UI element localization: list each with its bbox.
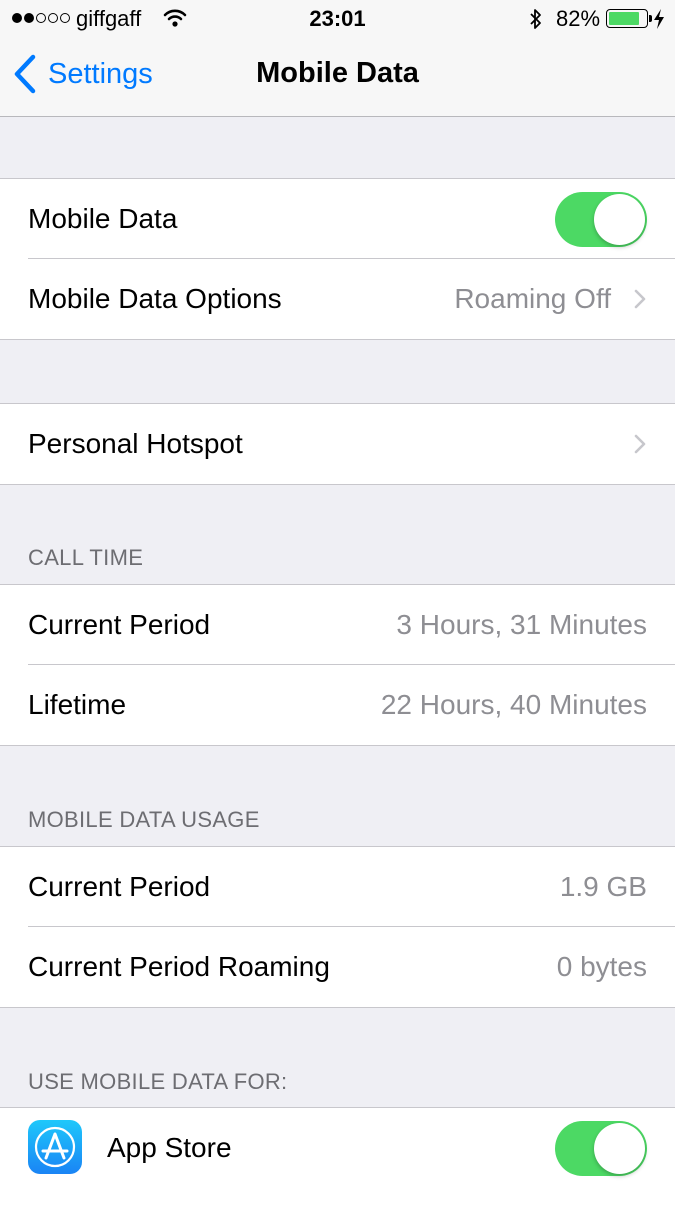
chevron-right-icon — [634, 289, 646, 309]
call-time-lifetime-value: 22 Hours, 40 Minutes — [380, 689, 647, 720]
call-time-lifetime-label: Lifetime — [28, 689, 127, 720]
page-title: Mobile Data — [256, 57, 419, 89]
app-name: App Store — [107, 1132, 232, 1163]
mobile-data-toggle[interactable] — [555, 192, 647, 247]
navigation-bar: giffgaff 23:01 82% Settings Mobile Data — [0, 0, 675, 117]
app-row-app-store: App Store — [0, 1108, 675, 1188]
mobile-data-group: Mobile Data Mobile Data Options Roaming … — [0, 178, 675, 340]
mobile-data-options-label: Mobile Data Options — [28, 283, 282, 314]
call-time-current-row: Current Period 3 Hours, 31 Minutes — [0, 585, 675, 665]
call-time-group: Current Period 3 Hours, 31 Minutes Lifet… — [0, 584, 675, 746]
call-time-current-value: 3 Hours, 31 Minutes — [396, 609, 647, 640]
bluetooth-icon — [530, 9, 541, 29]
call-time-lifetime-row: Lifetime 22 Hours, 40 Minutes — [0, 664, 675, 745]
personal-hotspot-row[interactable]: Personal Hotspot — [0, 404, 675, 484]
call-time-current-label: Current Period — [28, 609, 211, 640]
hotspot-group: Personal Hotspot — [0, 403, 675, 485]
roaming-status-value: Roaming Off — [454, 283, 611, 314]
data-usage-group: Current Period 1.9 GB Current Period Roa… — [0, 846, 675, 1008]
status-bar: giffgaff 23:01 82% — [0, 0, 675, 38]
personal-hotspot-label: Personal Hotspot — [28, 428, 243, 459]
usage-roaming-label: Current Period Roaming — [28, 951, 330, 982]
usage-roaming-row: Current Period Roaming 0 bytes — [0, 926, 675, 1007]
usage-current-row: Current Period 1.9 GB — [0, 847, 675, 927]
chevron-right-icon — [634, 434, 646, 454]
usage-roaming-value: 0 bytes — [556, 951, 647, 982]
mobile-data-label: Mobile Data — [28, 203, 178, 234]
call-time-header: CALL TIME — [28, 545, 144, 570]
use-mobile-data-for-header: USE MOBILE DATA FOR: — [28, 1069, 288, 1094]
battery-icon — [606, 9, 652, 28]
data-usage-header: MOBILE DATA USAGE — [28, 807, 260, 832]
usage-current-value: 1.9 GB — [559, 871, 647, 902]
battery-percentage: 82% — [556, 6, 601, 31]
app-store-toggle[interactable] — [555, 1121, 647, 1176]
app-list-group: App Store — [0, 1107, 675, 1208]
usage-current-label: Current Period — [28, 871, 211, 902]
app-store-icon — [28, 1120, 82, 1174]
mobile-data-options-row[interactable]: Mobile Data Options Roaming Off — [0, 258, 675, 339]
mobile-data-row: Mobile Data — [0, 179, 675, 259]
charging-bolt-icon — [654, 9, 664, 29]
